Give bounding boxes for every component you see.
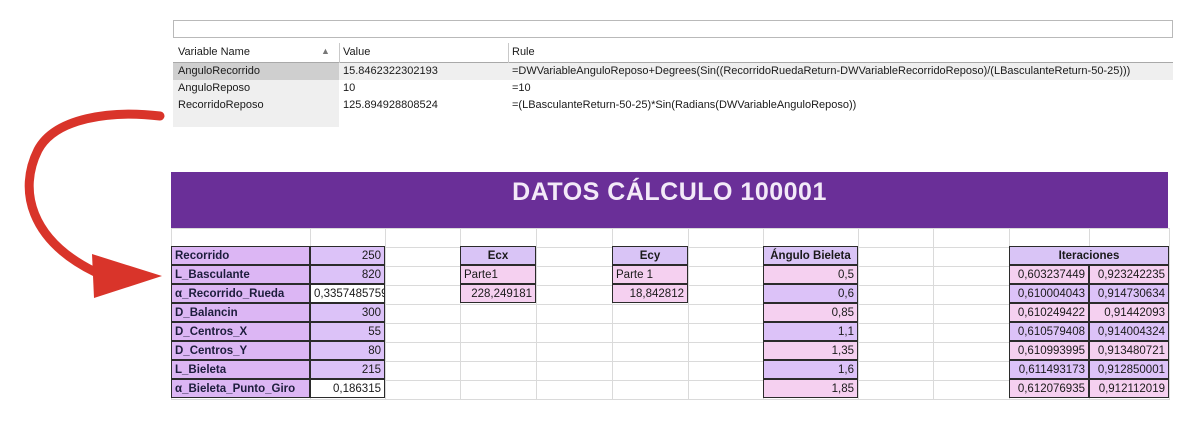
iteracion-value[interactable]: 0,912112019 <box>1089 379 1169 398</box>
param-label[interactable]: L_Bieleta <box>171 360 310 379</box>
param-label[interactable]: α_Recorrido_Rueda <box>171 284 310 303</box>
param-label[interactable]: D_Balancin <box>171 303 310 322</box>
param-label[interactable]: D_Centros_X <box>171 322 310 341</box>
iteracion-value[interactable]: 0,914730634 <box>1089 284 1169 303</box>
column-divider[interactable] <box>508 43 509 65</box>
iteracion-value[interactable]: 0,610004043 <box>1009 284 1089 303</box>
ecy-part[interactable]: Parte 1 <box>612 265 688 284</box>
arrow-head <box>92 254 162 298</box>
ecx-part[interactable]: Parte1 <box>460 265 536 284</box>
ecy-value[interactable]: 18,842812 <box>612 284 688 303</box>
param-value[interactable]: 820 <box>310 265 385 284</box>
variable-value[interactable]: 125.894928808524 <box>343 99 513 111</box>
gridline <box>933 228 934 400</box>
iteracion-value[interactable]: 0,914004324 <box>1089 322 1169 341</box>
param-label[interactable]: Recorrido <box>171 246 310 265</box>
variable-rule[interactable]: =10 <box>512 82 1172 94</box>
variable-rule[interactable]: =DWVariableAnguloReposo+Degrees(Sin((Rec… <box>512 65 1172 77</box>
iteracion-value[interactable]: 0,611493173 <box>1009 360 1089 379</box>
iteracion-value[interactable]: 0,91442093 <box>1089 303 1169 322</box>
angulo-value[interactable]: 1,85 <box>763 379 858 398</box>
column-header-variable-name[interactable]: Variable Name <box>178 46 338 58</box>
param-value[interactable]: 215 <box>310 360 385 379</box>
title-bar: DATOS CÁLCULO 100001 <box>171 172 1168 228</box>
iteracion-value[interactable]: 0,610579408 <box>1009 322 1089 341</box>
variables-table: Variable Name ▲ Value Rule AnguloRecorri… <box>173 41 1173 127</box>
gridline <box>858 228 859 400</box>
iteracion-value[interactable]: 0,913480721 <box>1089 341 1169 360</box>
gridline <box>171 399 1169 400</box>
iteracion-value[interactable]: 0,612076935 <box>1009 379 1089 398</box>
formula-bar[interactable] <box>173 20 1173 38</box>
spreadsheet: DATOS CÁLCULO 100001 Recorrido 250 L_Bas… <box>171 172 1171 404</box>
param-value[interactable]: 80 <box>310 341 385 360</box>
ecy-header[interactable]: Ecy <box>612 246 688 265</box>
angulo-bieleta-header[interactable]: Ángulo Bieleta <box>763 246 858 265</box>
angulo-value[interactable]: 1,6 <box>763 360 858 379</box>
variable-rule[interactable]: =(LBasculanteReturn-50-25)*Sin(Radians(D… <box>512 99 1172 111</box>
param-label[interactable]: D_Centros_Y <box>171 341 310 360</box>
variable-value[interactable]: 15.8462322302193 <box>343 65 513 77</box>
variable-row[interactable]: AnguloReposo 10 =10 <box>173 80 1173 97</box>
variable-name[interactable]: RecorridoReposo <box>178 99 338 111</box>
param-value[interactable]: 0,186315 <box>310 379 385 398</box>
angulo-value[interactable]: 0,5 <box>763 265 858 284</box>
gridline <box>171 228 1169 229</box>
variable-row[interactable]: AnguloRecorrido 15.8462322302193 =DWVari… <box>173 63 1173 80</box>
arrow-shaft <box>24 109 165 277</box>
iteracion-value[interactable]: 0,610993995 <box>1009 341 1089 360</box>
sort-ascending-icon[interactable]: ▲ <box>321 46 330 56</box>
iteracion-value[interactable]: 0,923242235 <box>1089 265 1169 284</box>
angulo-value[interactable]: 0,6 <box>763 284 858 303</box>
angulo-value[interactable]: 0,85 <box>763 303 858 322</box>
angulo-value[interactable]: 1,35 <box>763 341 858 360</box>
param-label[interactable]: α_Bieleta_Punto_Giro <box>171 379 310 398</box>
column-header-rule[interactable]: Rule <box>512 46 1172 58</box>
sheet-title: DATOS CÁLCULO 100001 <box>512 178 827 206</box>
variable-value[interactable]: 10 <box>343 82 513 94</box>
variable-row[interactable]: RecorridoReposo 125.894928808524 =(LBasc… <box>173 97 1173 114</box>
column-header-value[interactable]: Value <box>343 46 513 58</box>
variables-table-header: Variable Name ▲ Value Rule <box>173 43 1173 65</box>
param-value[interactable]: 0,3357485759 <box>310 284 385 303</box>
param-value[interactable]: 55 <box>310 322 385 341</box>
gridline <box>1169 228 1170 400</box>
variable-name[interactable]: AnguloReposo <box>178 82 338 94</box>
param-value[interactable]: 300 <box>310 303 385 322</box>
gridline <box>536 228 537 400</box>
gridline <box>385 228 386 400</box>
ecx-header[interactable]: Ecx <box>460 246 536 265</box>
param-value[interactable]: 250 <box>310 246 385 265</box>
iteracion-value[interactable]: 0,603237449 <box>1009 265 1089 284</box>
red-curved-arrow <box>24 109 165 298</box>
param-label[interactable]: L_Basculante <box>171 265 310 284</box>
column-divider[interactable] <box>339 43 340 65</box>
gridline <box>688 228 689 400</box>
iteracion-value[interactable]: 0,912850001 <box>1089 360 1169 379</box>
angulo-value[interactable]: 1,1 <box>763 322 858 341</box>
ecx-value[interactable]: 228,249181 <box>460 284 536 303</box>
iteracion-value[interactable]: 0,610249422 <box>1009 303 1089 322</box>
iteraciones-header[interactable]: Iteraciones <box>1009 246 1169 265</box>
